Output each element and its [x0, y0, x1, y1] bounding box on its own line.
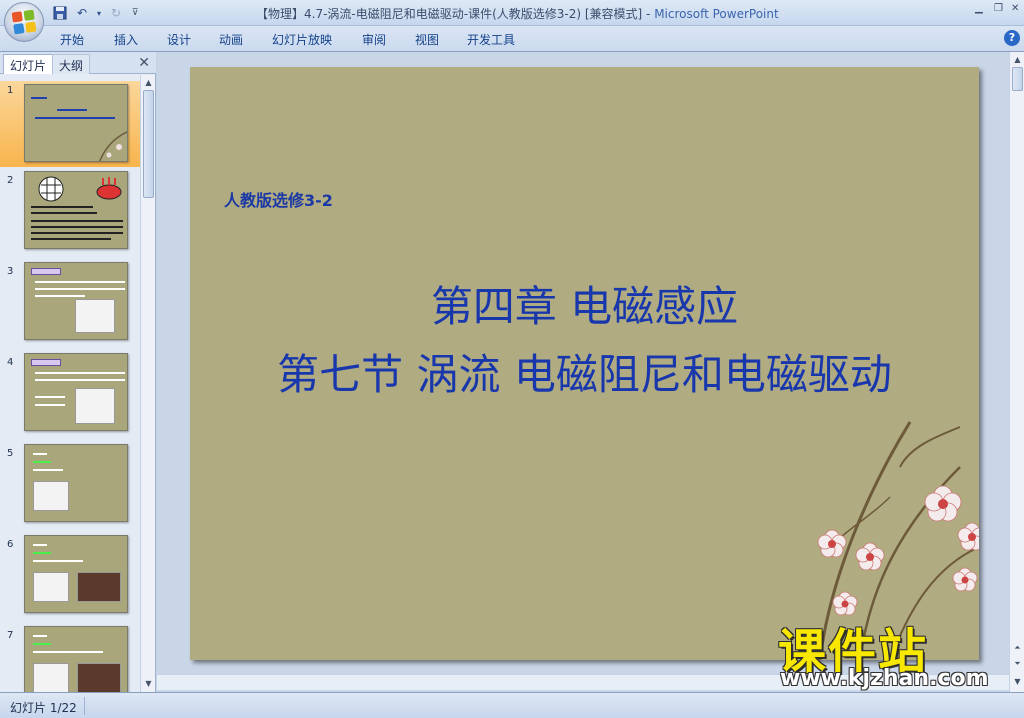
slide-number: 5 [7, 448, 14, 459]
undo-dropdown-icon[interactable]: ▾ [96, 5, 102, 21]
undo-icon[interactable]: ↶ [74, 5, 90, 21]
tab-slideshow[interactable]: 幻灯片放映 [272, 31, 332, 48]
slide-counter: 幻灯片 1/22 [10, 701, 77, 715]
watermark-url: www.kjzhan.com [780, 666, 989, 691]
slide-thumbnail-row[interactable]: 7 [0, 626, 140, 692]
tab-design[interactable]: 设计 [167, 31, 191, 48]
slide-thumbnail-row[interactable]: 5 [0, 444, 140, 530]
slide-thumbnail[interactable] [24, 171, 128, 249]
thumbnail-list: 1 2 3 4 5 6 7 [0, 75, 140, 692]
slide-thumbnail-row[interactable]: 4 [0, 353, 140, 439]
save-icon[interactable] [52, 5, 68, 21]
title-bar: ↶ ▾ ↻ ⊽ 【物理】4.7-涡流-电磁阻尼和电磁驱动-课件(人教版选修3-2… [0, 0, 1024, 42]
status-bar: 幻灯片 1/22 [0, 692, 1024, 718]
slide-number: 2 [7, 175, 14, 186]
slide-number: 1 [7, 85, 14, 96]
restore-icon[interactable]: ❐ [994, 3, 1003, 14]
office-logo-icon [11, 9, 37, 35]
slide-thumbnail[interactable] [24, 444, 128, 522]
tab-outline[interactable]: 大纲 [52, 54, 91, 74]
slide-number: 7 [7, 630, 14, 641]
slides-pane: 幻灯片 大纲 ✕ 1 2 3 4 5 6 7 ▲ ▼ [0, 52, 156, 692]
tab-review[interactable]: 审阅 [362, 31, 386, 48]
slide-editor: 人教版选修3-2 第四章 电磁感应 第七节 涡流 电磁阻尼和电磁驱动 ▲ ⏶ ⏷… [157, 52, 1024, 692]
tab-insert[interactable]: 插入 [114, 31, 138, 48]
scroll-down-icon[interactable]: ▼ [143, 678, 154, 689]
vertical-scrollbar[interactable]: ▲ ⏶ ⏷ ▼ [1009, 52, 1024, 692]
slide-number: 4 [7, 357, 14, 368]
office-button[interactable] [4, 2, 44, 42]
redo-icon[interactable]: ↻ [108, 5, 124, 21]
slide-number: 6 [7, 539, 14, 550]
slide-thumbnail-row[interactable]: 2 [0, 171, 140, 257]
slide-thumbnail-row[interactable]: 1 [0, 81, 140, 167]
pane-tabs: 幻灯片 大纲 ✕ [0, 52, 156, 74]
slide-thumbnail[interactable] [24, 353, 128, 431]
scroll-thumb[interactable] [143, 90, 154, 198]
slide-number: 3 [7, 266, 14, 277]
tab-developer[interactable]: 开发工具 [467, 31, 515, 48]
slide-thumbnail-row[interactable]: 3 [0, 262, 140, 348]
app-name: Microsoft PowerPoint [654, 7, 779, 21]
help-icon[interactable]: ? [1004, 30, 1020, 46]
scroll-up-icon[interactable]: ▲ [143, 77, 154, 88]
scroll-thumb[interactable] [1012, 67, 1023, 91]
slide-thumbnail[interactable] [24, 84, 128, 162]
window-title: 【物理】4.7-涡流-电磁阻尼和电磁驱动-课件(人教版选修3-2) [兼容模式]… [256, 7, 779, 21]
scroll-down-icon[interactable]: ▼ [1012, 676, 1023, 687]
slide-subtitle[interactable]: 人教版选修3-2 [224, 187, 333, 211]
minimize-icon[interactable]: ▁ [975, 3, 983, 14]
thumbnail-scrollbar[interactable]: ▲ ▼ [140, 75, 155, 692]
slide-thumbnail[interactable] [24, 535, 128, 613]
slide-thumbnail[interactable] [24, 262, 128, 340]
tab-home[interactable]: 开始 [60, 31, 84, 48]
previous-slide-icon[interactable]: ⏶ [1012, 642, 1023, 653]
slide-heading-section[interactable]: 第七节 涡流 电磁阻尼和电磁驱动 [190, 341, 979, 402]
ribbon-tab-bar: 开始 插入 设计 动画 幻灯片放映 审阅 视图 开发工具 ? [0, 26, 1024, 52]
tab-slides[interactable]: 幻灯片 [3, 54, 54, 74]
tab-view[interactable]: 视图 [415, 31, 439, 48]
scroll-up-icon[interactable]: ▲ [1012, 54, 1023, 65]
slide-heading-chapter[interactable]: 第四章 电磁感应 [190, 273, 979, 334]
customize-icon[interactable]: ⊽ [130, 5, 140, 21]
next-slide-icon[interactable]: ⏷ [1012, 658, 1023, 669]
slide-canvas[interactable]: 人教版选修3-2 第四章 电磁感应 第七节 涡流 电磁阻尼和电磁驱动 [190, 67, 979, 660]
tab-animations[interactable]: 动画 [219, 31, 243, 48]
close-icon[interactable]: ✕ [1011, 3, 1019, 14]
slide-thumbnail-row[interactable]: 6 [0, 535, 140, 621]
status-divider [84, 697, 85, 715]
close-pane-icon[interactable]: ✕ [138, 55, 150, 71]
slide-thumbnail[interactable] [24, 626, 128, 692]
